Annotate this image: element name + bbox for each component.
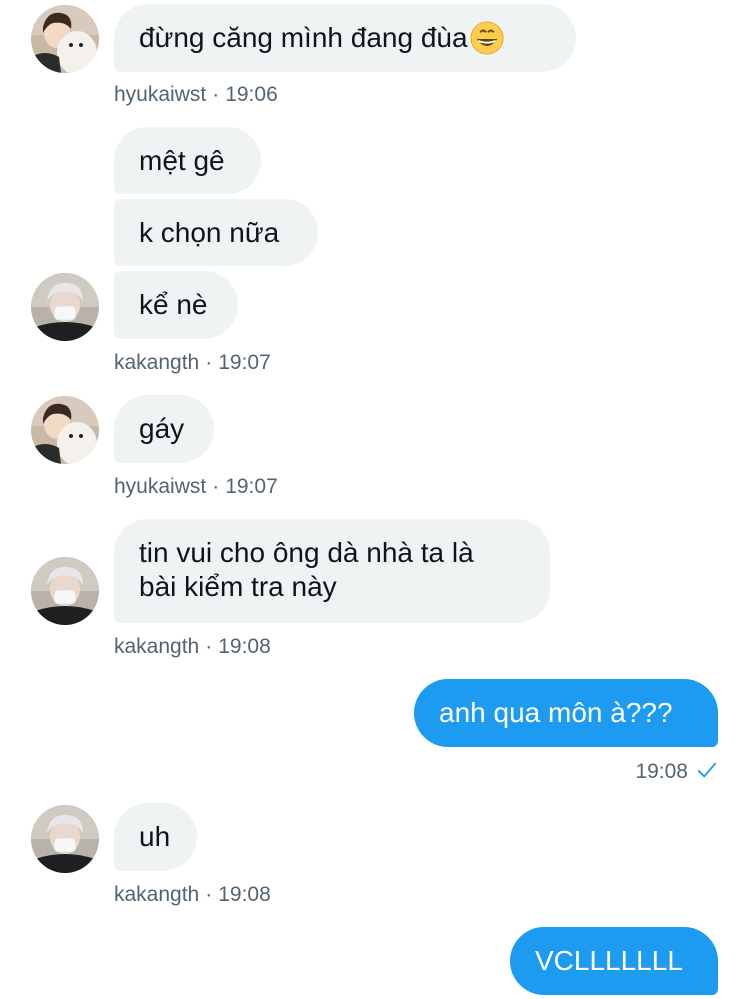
meta-username[interactable]: kakangth: [114, 883, 199, 906]
meta-2: kakangth · 19:07: [114, 351, 271, 375]
meta-time: 19:08: [218, 635, 271, 658]
meta-separator: ·: [212, 83, 220, 106]
avatar-kakangth[interactable]: [31, 805, 99, 873]
meta-separator: ·: [212, 475, 220, 498]
meta-separator: ·: [205, 883, 213, 906]
meta-6: kakangth · 19:08: [114, 883, 271, 907]
message-bubble-5[interactable]: gáy: [114, 395, 214, 463]
message-bubble-8[interactable]: uh: [114, 803, 197, 871]
message-text-7: anh qua môn à???: [439, 697, 673, 728]
message-text-3: k chọn nữa: [139, 216, 280, 248]
message-text-9: VCLLLLLLL: [535, 945, 683, 976]
meta-4: kakangth · 19:08: [114, 635, 271, 659]
message-bubble-3[interactable]: k chọn nữa: [114, 199, 318, 266]
meta-3: hyukaiwst · 19:07: [114, 475, 278, 499]
grinning-face-icon: [470, 21, 504, 55]
message-bubble-7[interactable]: anh qua môn à???: [414, 679, 718, 747]
meta-time: 19:07: [218, 351, 271, 374]
message-bubble-1[interactable]: đừng căng mình đang đùa: [114, 4, 576, 72]
avatar-kakangth-image: [31, 805, 99, 873]
meta-time: 19:06: [225, 83, 278, 106]
meta-separator: ·: [205, 635, 213, 658]
avatar-kakangth-image: [31, 273, 99, 341]
meta-time: 19:08: [635, 760, 688, 783]
message-bubble-9[interactable]: VCLLLLLLL: [510, 927, 718, 995]
avatar-hyukaiwst-image: [31, 5, 99, 73]
message-text-6-line-2: bài kiểm tra này: [139, 571, 337, 602]
meta-username[interactable]: kakangth: [114, 635, 199, 658]
message-text-2: mệt gê: [139, 144, 225, 176]
avatar-hyukaiwst[interactable]: [31, 5, 99, 73]
meta-username[interactable]: kakangth: [114, 351, 199, 374]
message-text-4: kể nè: [139, 289, 208, 320]
message-bubble-2[interactable]: mệt gê: [114, 127, 261, 194]
meta-1: hyukaiwst · 19:06: [114, 83, 278, 107]
message-bubble-4[interactable]: kể nè: [114, 271, 238, 339]
avatar-hyukaiwst-image: [31, 396, 99, 464]
meta-time: 19:07: [225, 475, 278, 498]
meta-5: 19:08: [635, 759, 718, 784]
avatar-kakangth[interactable]: [31, 557, 99, 625]
message-text-5: gáy: [139, 413, 185, 444]
meta-time: 19:08: [218, 883, 271, 906]
message-bubble-6[interactable]: tin vui cho ông dà nhà ta là bài kiểm tr…: [114, 519, 550, 623]
meta-username[interactable]: hyukaiwst: [114, 83, 206, 106]
avatar-kakangth-image: [31, 557, 99, 625]
meta-username[interactable]: hyukaiwst: [114, 475, 206, 498]
message-text-1: đừng căng mình đang đùa: [139, 22, 468, 53]
avatar-hyukaiwst[interactable]: [31, 396, 99, 464]
avatar-kakangth[interactable]: [31, 273, 99, 341]
check-icon: [697, 762, 717, 778]
meta-separator: ·: [205, 351, 213, 374]
message-text-6-line-1: tin vui cho ông dà nhà ta là: [139, 537, 474, 568]
message-text-8: uh: [139, 821, 171, 852]
